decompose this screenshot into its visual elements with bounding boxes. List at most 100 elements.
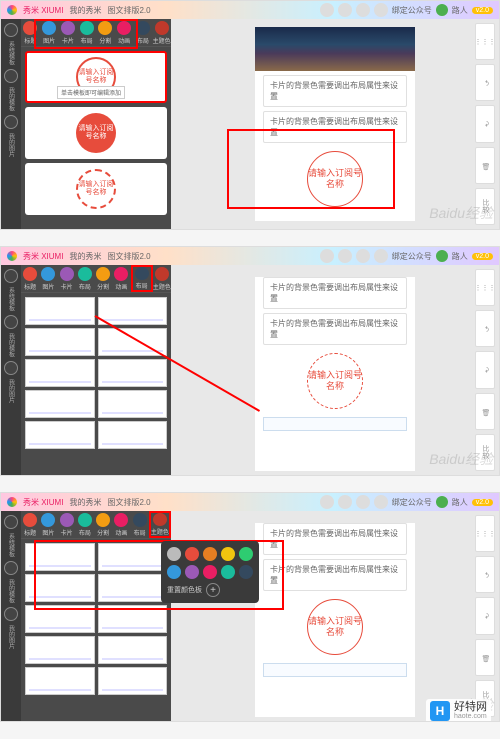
message-card[interactable]: 卡片的背景色需要调出布局属性来设置 — [263, 277, 407, 309]
tool-layout2[interactable]: 布局 — [134, 19, 153, 46]
tool-title[interactable]: 标题 — [21, 19, 40, 46]
layout-template[interactable] — [25, 328, 95, 356]
layout-template[interactable] — [98, 574, 168, 602]
sidebar-my-images-icon[interactable] — [4, 115, 18, 129]
sidebar-icon[interactable] — [4, 269, 18, 283]
layout-template[interactable] — [98, 636, 168, 664]
apps-icon[interactable]: ⋮⋮⋮ — [475, 269, 495, 306]
canvas-circle-element[interactable]: 请输入订阅号名称 — [307, 353, 363, 409]
sidebar-icon[interactable] — [4, 515, 18, 529]
sidebar-item-label[interactable]: 系统模板 — [7, 41, 16, 65]
sidebar-icon[interactable] — [4, 561, 18, 575]
redo-icon[interactable] — [338, 3, 352, 17]
template-card[interactable]: 请输入订阅号名称 — [25, 107, 167, 159]
user-avatar-icon[interactable] — [436, 496, 448, 508]
canvas-area[interactable]: 卡片的背景色需要调出布局属性来设置 卡片的背景色需要调出布局属性来设置 请输入订… — [171, 265, 499, 475]
sidebar-icon[interactable] — [4, 361, 18, 375]
redo-button[interactable]: ↷ — [475, 597, 495, 634]
layout-template-highlighted[interactable] — [25, 297, 95, 325]
undo-button[interactable]: ↶ — [475, 556, 495, 593]
sidebar-item-label[interactable]: 我的图片 — [7, 133, 16, 157]
redo-button[interactable]: ↷ — [475, 351, 495, 388]
undo-icon[interactable] — [320, 3, 334, 17]
message-card[interactable]: 卡片的背景色需要调出布局属性来设置 — [263, 523, 407, 555]
canvas-circle-element[interactable]: 请输入订阅号名称 — [307, 599, 363, 655]
layout-slot[interactable] — [263, 663, 407, 677]
layout-template[interactable] — [25, 667, 95, 695]
layout-template[interactable] — [25, 421, 95, 449]
layout-template[interactable] — [25, 605, 95, 633]
message-card[interactable]: 卡片的背景色需要调出布局属性来设置 — [263, 111, 407, 143]
color-swatch[interactable] — [167, 547, 181, 561]
template-card[interactable]: 请输入订阅号名称 — [25, 163, 167, 215]
tool-divider[interactable]: 分割 — [96, 19, 115, 46]
canvas-area[interactable]: 卡片的背景色需要调出布局属性来设置 卡片的背景色需要调出布局属性来设置 请输入订… — [171, 511, 499, 721]
tool-layout-highlighted[interactable]: 布局 — [131, 265, 153, 292]
preview-icon[interactable] — [374, 249, 388, 263]
redo-button[interactable]: ↷ — [475, 105, 495, 142]
layout-template[interactable] — [98, 359, 168, 387]
compare-button[interactable]: 比较 — [475, 434, 495, 471]
sidebar-icon[interactable] — [4, 607, 18, 621]
canvas-circle-element[interactable]: 请输入订阅号名称 — [307, 151, 363, 207]
tab-mine[interactable]: 我的秀米 — [69, 5, 101, 16]
layout-template[interactable] — [25, 359, 95, 387]
sidebar-my-templates-icon[interactable] — [4, 69, 18, 83]
tool-layout[interactable]: 布局 — [77, 19, 96, 46]
message-card[interactable]: 卡片的背景色需要调出布局属性来设置 — [263, 75, 407, 107]
sidebar-item-label[interactable]: 我的模板 — [7, 87, 16, 111]
undo-icon[interactable] — [320, 249, 334, 263]
preview-icon[interactable] — [374, 495, 388, 509]
trash-button[interactable]: 🗑 — [475, 147, 495, 184]
color-swatch[interactable] — [239, 547, 253, 561]
template-card[interactable]: 请输入订阅号名称 单击模板即可编辑添加 — [25, 51, 167, 103]
color-swatch[interactable] — [239, 565, 253, 579]
layout-template[interactable] — [98, 328, 168, 356]
color-swatch[interactable] — [221, 547, 235, 561]
undo-button[interactable]: ↶ — [475, 310, 495, 347]
undo-button[interactable]: ↶ — [475, 64, 495, 101]
tool-card[interactable]: 卡片 — [59, 19, 78, 46]
apps-icon[interactable]: ⋮⋮⋮ — [475, 515, 495, 552]
layout-template[interactable] — [25, 574, 95, 602]
color-swatch[interactable] — [185, 547, 199, 561]
tool-image[interactable]: 图片 — [40, 19, 59, 46]
color-swatch[interactable] — [203, 565, 217, 579]
save-icon[interactable] — [356, 3, 370, 17]
tool-anim[interactable]: 动画 — [115, 19, 134, 46]
color-swatch[interactable] — [167, 565, 181, 579]
user-avatar-icon[interactable] — [436, 250, 448, 262]
redo-icon[interactable] — [338, 495, 352, 509]
layout-template[interactable] — [25, 543, 95, 571]
trash-button[interactable]: 🗑 — [475, 639, 495, 676]
message-card[interactable]: 卡片的背景色需要调出布局属性来设置 — [263, 559, 407, 591]
apps-icon[interactable]: ⋮⋮⋮ — [475, 23, 495, 60]
redo-icon[interactable] — [338, 249, 352, 263]
layout-template[interactable] — [98, 543, 168, 571]
save-icon[interactable] — [356, 495, 370, 509]
sidebar-system-templates-icon[interactable] — [4, 23, 18, 37]
preview-icon[interactable] — [374, 3, 388, 17]
trash-button[interactable]: 🗑 — [475, 393, 495, 430]
layout-template[interactable] — [98, 667, 168, 695]
tab-editor[interactable]: 图文排版2.0 — [107, 5, 150, 16]
sidebar-icon[interactable] — [4, 315, 18, 329]
add-color-icon[interactable]: + — [206, 583, 220, 597]
color-swatch[interactable] — [203, 547, 217, 561]
tool-theme-highlighted[interactable]: 主题色 — [149, 511, 171, 538]
bind-account-link[interactable]: 绑定公众号 — [392, 5, 432, 16]
user-avatar-icon[interactable] — [436, 4, 448, 16]
layout-template[interactable] — [98, 605, 168, 633]
layout-template[interactable] — [98, 390, 168, 418]
compare-button[interactable]: 比较 — [475, 188, 495, 225]
layout-template[interactable] — [98, 297, 168, 325]
tool-theme[interactable]: 主题色 — [152, 19, 171, 46]
layout-template[interactable] — [98, 421, 168, 449]
undo-icon[interactable] — [320, 495, 334, 509]
save-icon[interactable] — [356, 249, 370, 263]
canvas-area[interactable]: 卡片的背景色需要调出布局属性来设置 卡片的背景色需要调出布局属性来设置 请输入订… — [171, 19, 499, 229]
message-card[interactable]: 卡片的背景色需要调出布局属性来设置 — [263, 313, 407, 345]
color-swatch[interactable] — [221, 565, 235, 579]
reset-color-label[interactable]: 重置颜色板 — [167, 585, 202, 595]
layout-template[interactable] — [25, 636, 95, 664]
